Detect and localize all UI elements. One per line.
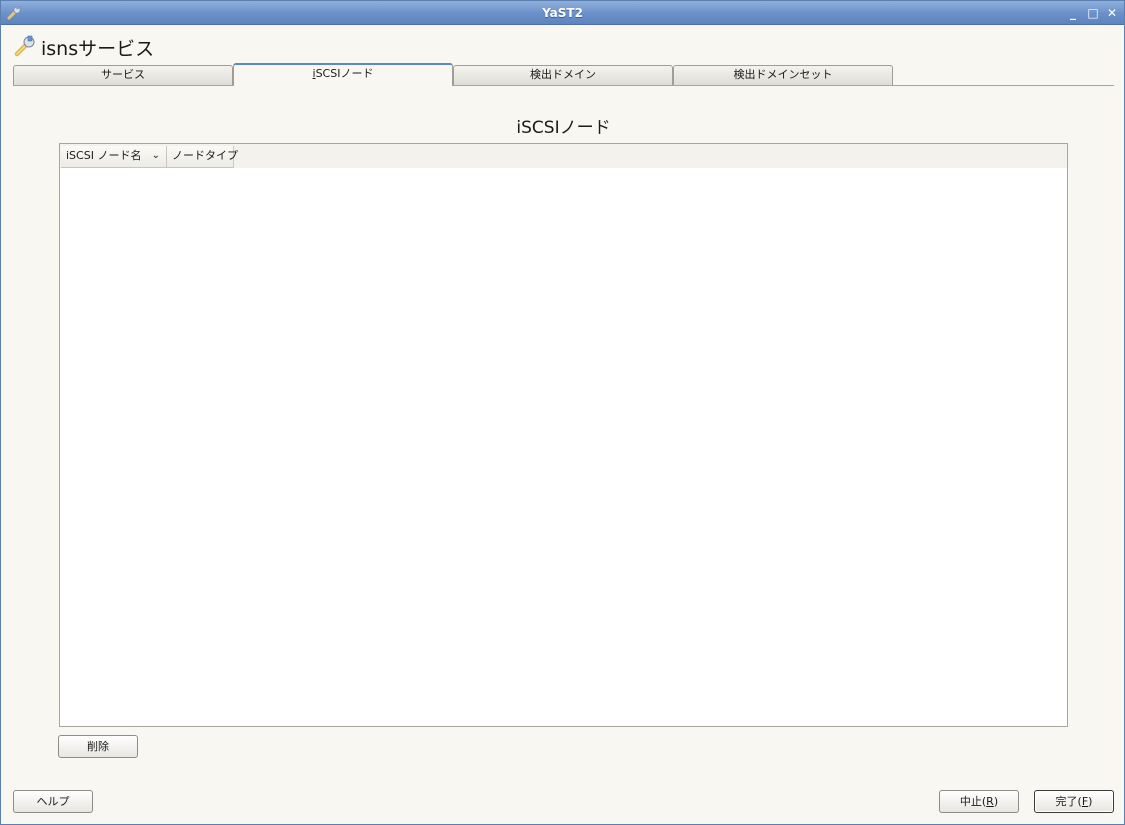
delete-button[interactable]: 削除 <box>58 735 138 758</box>
section-title: iSCSIノード <box>516 118 611 138</box>
tab-iscsi-nodes[interactable]: iSCSIノード <box>233 63 453 86</box>
column-label: iSCSI ノード名 <box>66 149 142 162</box>
column-header-node-name[interactable]: iSCSI ノード名 ⌄ <box>61 146 167 168</box>
yast-window: YaST2 _ □ ✕ isnsサービス サービス iSCSIノード 検出ドメイ… <box>0 0 1125 825</box>
chevron-down-icon: ⌄ <box>151 150 160 161</box>
abort-button[interactable]: 中止(R) <box>939 790 1019 813</box>
maximize-icon[interactable]: □ <box>1086 6 1100 20</box>
tab-service[interactable]: サービス <box>13 65 233 85</box>
table-header: iSCSI ノード名 ⌄ ノードタイプ <box>60 144 1067 168</box>
iscsi-node-table[interactable]: iSCSI ノード名 ⌄ ノードタイプ <box>59 143 1068 727</box>
tab-bar: サービス iSCSIノード 検出ドメイン 検出ドメインセット <box>13 63 1114 86</box>
tab-label: SCSIノード <box>315 67 374 80</box>
tab-label: 検出ドメインセット <box>733 68 833 81</box>
button-label: ) <box>993 795 999 808</box>
button-mnemonic: R <box>986 795 994 808</box>
window-title: YaST2 <box>542 6 583 20</box>
minimize-icon[interactable]: _ <box>1066 6 1080 20</box>
tab-label: サービス <box>101 68 145 81</box>
tab-discovery-domain-sets[interactable]: 検出ドメインセット <box>673 65 893 85</box>
column-header-node-type[interactable]: ノードタイプ <box>167 146 238 168</box>
help-button[interactable]: ヘルプ <box>13 790 93 813</box>
finish-button[interactable]: 完了(F) <box>1034 790 1114 813</box>
button-label: 完了( <box>1055 795 1082 808</box>
button-label: 中止( <box>959 795 987 808</box>
title-bar[interactable]: YaST2 _ □ ✕ <box>1 1 1124 25</box>
page-title: isnsサービス <box>41 38 155 60</box>
button-label: ) <box>1088 795 1093 808</box>
tab-discovery-domains[interactable]: 検出ドメイン <box>453 65 673 85</box>
wrench-icon <box>14 35 35 57</box>
column-label: ノードタイプ <box>172 149 238 162</box>
close-icon[interactable]: ✕ <box>1105 6 1119 20</box>
tab-label: 検出ドメイン <box>530 68 596 81</box>
